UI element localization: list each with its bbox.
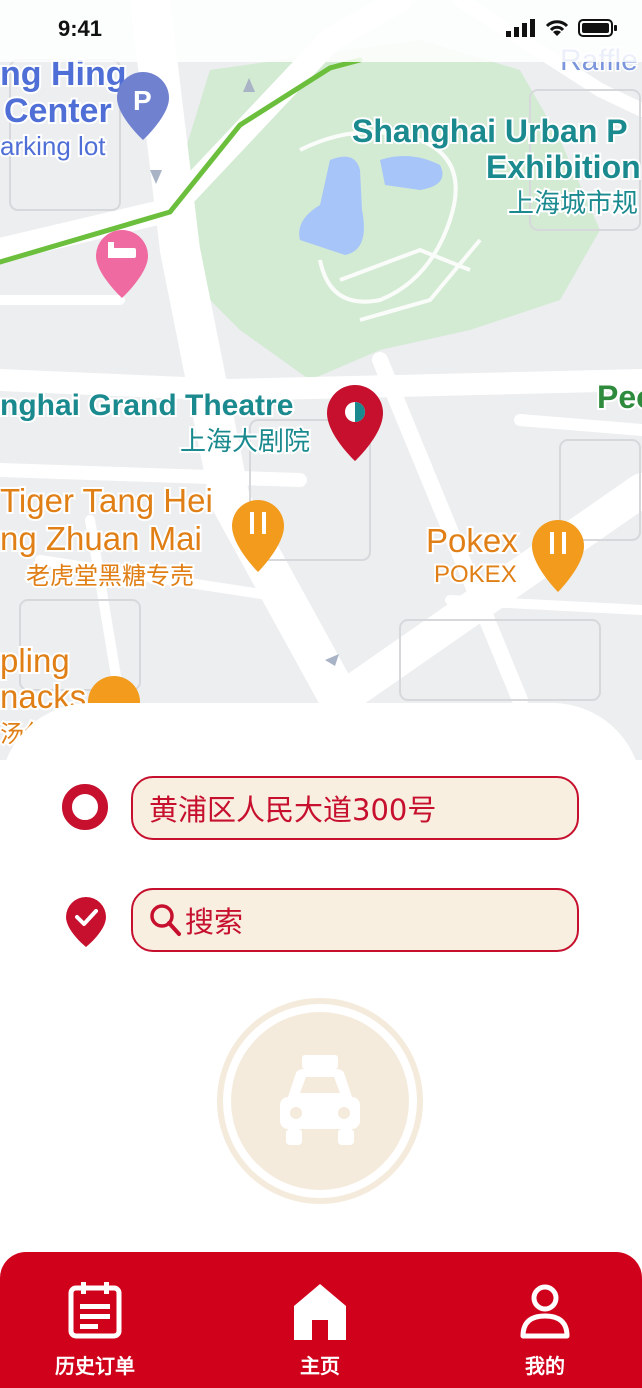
svg-text:P: P (133, 85, 152, 116)
label-theatre: nghai Grand Theatre (0, 389, 293, 422)
status-time: 9:41 (58, 16, 103, 41)
label-tiger-cn: 老虎堂黑糖专売 (26, 562, 194, 590)
label-pokex-sub: POKEX (434, 561, 517, 588)
calendar-icon (68, 1282, 122, 1339)
search-icon (150, 904, 181, 936)
taxi-icon (280, 1055, 360, 1145)
tab-order-history[interactable]: 历史订单 (0, 1252, 195, 1388)
tab-bar: 历史订单 主页 我的 (0, 1252, 642, 1388)
label-parking: arking lot (0, 131, 106, 161)
home-icon (294, 1284, 346, 1340)
cellular-signal-icon (506, 19, 535, 37)
wifi-icon (545, 20, 569, 36)
tab-profile-label: 我的 (525, 1354, 565, 1378)
status-icons (506, 18, 618, 38)
label-urban-2: Exhibition (486, 149, 641, 185)
label-dumpling-1: pling (0, 642, 70, 679)
tab-home-label: 主页 (300, 1354, 340, 1378)
label-pokex: Pokex (426, 522, 518, 559)
destination-placeholder: 搜索 (185, 905, 244, 939)
label-peo: Peo (597, 379, 642, 415)
tab-profile[interactable]: 我的 (445, 1252, 642, 1388)
battery-icon (578, 19, 617, 37)
label-tiger-1: Tiger Tang Hei (0, 482, 213, 519)
status-bar: 9:41 (0, 0, 642, 62)
map-view[interactable]: ng Hing Center arking lot Shanghai Urban… (0, 0, 642, 760)
call-taxi-button-inner (231, 1012, 409, 1190)
start-address-field[interactable]: 黄浦区人民大道300号 (131, 776, 579, 840)
label-tiger-2: ng Zhuan Mai (0, 520, 202, 557)
start-point-icon (62, 784, 108, 830)
label-theatre-cn: 上海大剧院 (180, 427, 310, 457)
label-urban-cn: 上海城市规 (508, 189, 638, 219)
label-urban-1: Shanghai Urban P (352, 113, 628, 149)
tab-home[interactable]: 主页 (220, 1252, 420, 1388)
tab-order-history-label: 历史订单 (55, 1354, 135, 1378)
call-taxi-button[interactable] (217, 998, 423, 1204)
start-address-text: 黄浦区人民大道300号 (149, 793, 437, 827)
destination-search-field[interactable]: 搜索 (131, 888, 579, 952)
label-hing-2: Center (4, 92, 112, 130)
destination-pin-icon (66, 897, 106, 947)
user-icon (520, 1284, 570, 1339)
